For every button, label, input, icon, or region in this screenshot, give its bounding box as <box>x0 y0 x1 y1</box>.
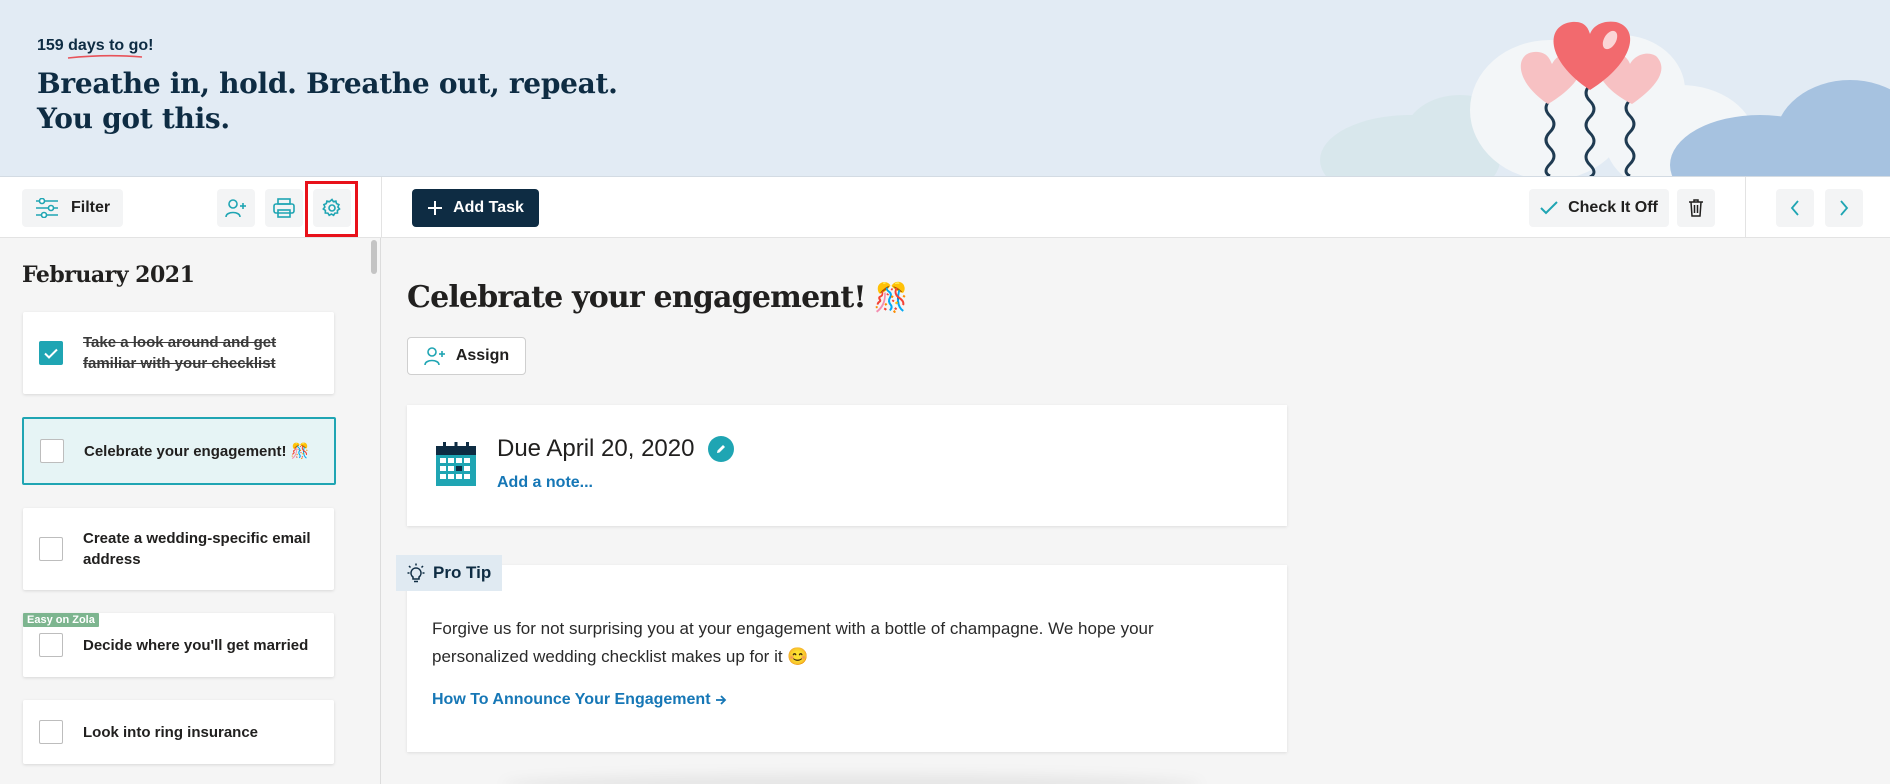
task-label: Create a wedding-specific email address <box>83 530 311 568</box>
assign-people-button[interactable] <box>217 189 255 227</box>
countdown: 159 days to go! <box>37 37 154 59</box>
assign-button[interactable]: Assign <box>407 337 526 375</box>
chevron-right-icon <box>1840 200 1849 216</box>
pencil-icon <box>717 445 726 453</box>
filter-sliders-icon <box>36 198 58 218</box>
pro-tip-tag: Pro Tip <box>396 555 502 591</box>
add-person-icon <box>225 199 246 218</box>
add-note-link[interactable]: Add a note... <box>497 474 593 492</box>
check-it-off-button[interactable]: Check It Off <box>1529 189 1669 227</box>
task-title: Celebrate your engagement! 🎊 <box>407 280 909 315</box>
task-label: Look into ring insurance <box>83 723 259 741</box>
add-task-button[interactable]: Add Task <box>412 189 539 227</box>
hero-title: Breathe in, hold. Breathe out, repeat. Y… <box>37 67 618 135</box>
sidebar-scroll-thumb[interactable] <box>371 240 377 274</box>
month-heading: February 2021 <box>22 262 195 288</box>
party-popper-icon: 🎊 <box>873 281 909 314</box>
chevron-left-icon <box>1790 200 1799 216</box>
task-checkbox[interactable] <box>39 633 63 657</box>
task-checkbox[interactable] <box>39 341 63 365</box>
add-person-icon <box>424 347 445 366</box>
sidebar-scrollbar[interactable] <box>368 238 380 784</box>
toolbar-divider <box>381 177 382 238</box>
task-checkbox[interactable] <box>39 720 63 744</box>
announce-engagement-link[interactable]: How To Announce Your Engagement <box>432 691 727 709</box>
settings-highlight-box <box>305 181 358 237</box>
task-item[interactable]: Take a look around and get familiar with… <box>23 312 334 394</box>
checkmark-icon <box>44 348 58 359</box>
countdown-number: 159 <box>37 37 64 54</box>
next-card-shadow <box>502 774 1202 784</box>
task-label: Take a look around and get familiar with… <box>83 334 277 372</box>
arrow-right-icon <box>715 695 726 705</box>
pro-tip-card: Forgive us for not surprising you at you… <box>407 565 1287 752</box>
task-label: Celebrate your engagement! 🎊 <box>84 442 310 460</box>
task-item[interactable]: Look into ring insurance <box>23 700 334 764</box>
easy-on-zola-badge: Easy on Zola <box>23 613 99 627</box>
edit-due-date-button[interactable] <box>708 436 735 462</box>
assign-label: Assign <box>455 347 510 364</box>
underline-squiggle-icon <box>68 54 143 59</box>
countdown-text: days to go! <box>68 37 154 54</box>
task-checkbox[interactable] <box>40 439 64 463</box>
pro-tip-label: Pro Tip <box>433 563 492 582</box>
toolbar-divider <box>1745 177 1746 238</box>
lightbulb-icon <box>407 563 425 583</box>
filter-button[interactable]: Filter <box>22 189 123 227</box>
check-it-off-label: Check It Off <box>1568 199 1658 216</box>
due-date-card: Due April 20, 2020 Add a note... <box>407 405 1287 526</box>
due-date-text: Due April 20, 2020 <box>497 435 695 462</box>
task-list-sidebar: February 2021 Take a look around and get… <box>0 238 381 784</box>
task-label: Decide where you'll get married <box>83 636 309 654</box>
add-task-label: Add Task <box>453 199 524 216</box>
task-checkbox[interactable] <box>39 537 63 561</box>
task-item-active[interactable]: Celebrate your engagement! 🎊 <box>22 417 336 485</box>
filter-label: Filter <box>71 199 111 216</box>
pro-tip-text: Forgive us for not surprising you at you… <box>432 619 1154 666</box>
print-button[interactable] <box>265 189 303 227</box>
hero-banner: 159 days to go! Breathe in, hold. Breath… <box>0 0 1890 177</box>
task-item[interactable]: Create a wedding-specific email address <box>23 508 334 590</box>
previous-task-button[interactable] <box>1776 189 1814 227</box>
task-detail-panel: Celebrate your engagement! 🎊 Assign Due … <box>382 238 1890 784</box>
trash-icon <box>1689 199 1703 217</box>
delete-task-button[interactable] <box>1677 189 1715 227</box>
checkmark-icon <box>1540 201 1558 215</box>
plus-icon <box>428 201 443 215</box>
toolbar: Filter Add Task Check It Off <box>0 177 1890 238</box>
balloons-clouds-illustration <box>1320 21 1890 176</box>
next-task-button[interactable] <box>1825 189 1863 227</box>
printer-icon <box>273 198 295 218</box>
calendar-icon <box>436 442 476 486</box>
